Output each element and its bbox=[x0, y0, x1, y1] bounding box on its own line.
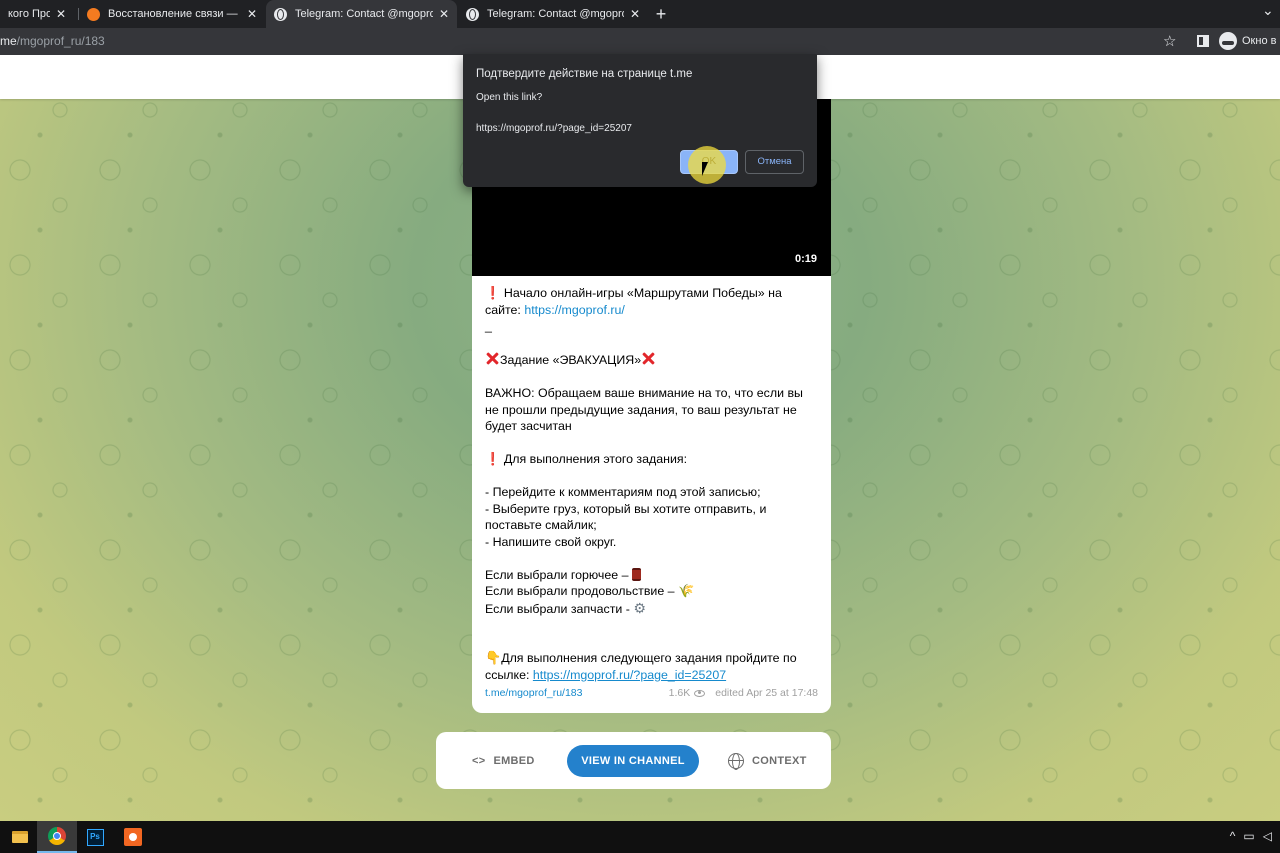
choice-fuel: Если выбрали горючее – bbox=[485, 567, 632, 582]
gear-icon: ⚙ bbox=[633, 599, 646, 616]
close-icon[interactable]: ✕ bbox=[439, 7, 449, 21]
post-actions: <> EMBED VIEW IN CHANNEL CONTEXT bbox=[436, 732, 831, 789]
dialog-question: Open this link? bbox=[476, 92, 543, 103]
step-2: - Выберите груз, который вы хотите отпра… bbox=[485, 501, 767, 533]
url-host: me bbox=[0, 34, 17, 48]
post-text: ❗ Начало онлайн-игры «Маршрутами Победы»… bbox=[485, 285, 818, 683]
embed-label: EMBED bbox=[493, 754, 535, 767]
new-tab-button[interactable]: + bbox=[653, 4, 669, 24]
choice-food: Если выбрали продовольствие – bbox=[485, 584, 679, 598]
chrome-button[interactable] bbox=[37, 821, 77, 853]
confirm-dialog: Подтвердите действие на странице t.me Op… bbox=[463, 54, 817, 187]
tab-4[interactable]: Telegram: Contact @mgoprof_ru ✕ bbox=[458, 0, 648, 28]
pointing-down-icon: 👇 bbox=[485, 650, 502, 665]
photoshop-button[interactable]: Ps bbox=[75, 821, 115, 853]
globe-icon bbox=[466, 7, 479, 21]
context-button[interactable]: CONTEXT bbox=[728, 732, 807, 789]
post-link[interactable]: t.me/mgoprof_ru/183 bbox=[485, 687, 582, 699]
exclamation-icon: ❗ bbox=[485, 286, 501, 300]
close-icon[interactable]: ✕ bbox=[56, 7, 66, 21]
dialog-url: https://mgoprof.ru/?page_id=25207 bbox=[476, 123, 632, 134]
post-card: 0:19 ❗ Начало онлайн-игры «Маршрутами По… bbox=[472, 99, 831, 713]
side-panel-icon[interactable] bbox=[1197, 35, 1209, 47]
taskbar: Ps ^ ▭ ◁ bbox=[0, 821, 1280, 853]
network-icon[interactable]: ▭ bbox=[1243, 829, 1254, 843]
url-field[interactable]: me/mgoprof_ru/183 bbox=[0, 34, 105, 48]
system-tray: ^ ▭ ◁ bbox=[1230, 829, 1272, 843]
eye-icon bbox=[694, 689, 706, 697]
chrome-icon bbox=[48, 827, 66, 845]
close-icon[interactable]: ✕ bbox=[630, 7, 640, 21]
view-in-channel-button[interactable]: VIEW IN CHANNEL bbox=[567, 745, 699, 777]
context-label: CONTEXT bbox=[752, 754, 807, 767]
edited-time: edited Apr 25 at 17:48 bbox=[715, 687, 818, 699]
tab-title: Восстановление связи — МГО С bbox=[108, 8, 241, 20]
cancel-button[interactable]: Отмена bbox=[745, 150, 804, 174]
star-icon[interactable]: ☆ bbox=[1163, 32, 1176, 50]
view-count: 1.6K bbox=[668, 687, 691, 699]
tab-2[interactable]: Восстановление связи — МГО С ✕ bbox=[79, 0, 265, 28]
volume-icon[interactable]: ◁ bbox=[1263, 829, 1272, 843]
choice-parts: Если выбрали запчасти - bbox=[485, 601, 634, 616]
code-icon: <> bbox=[472, 754, 486, 767]
chevron-up-icon[interactable]: ^ bbox=[1230, 829, 1236, 843]
tab-title: Telegram: Contact @mgoprof_ru bbox=[295, 8, 433, 20]
file-explorer-button[interactable] bbox=[0, 821, 40, 853]
exclamation-icon: ❗ bbox=[485, 452, 501, 466]
globe-icon bbox=[274, 7, 287, 21]
tab-3-active[interactable]: Telegram: Contact @mgoprof_ru ✕ bbox=[266, 0, 457, 28]
instructions-title: Для выполнения этого задания: bbox=[503, 452, 688, 466]
important-text: ВАЖНО: Обращаем ваше внимание на то, что… bbox=[485, 386, 803, 433]
profile-label[interactable]: Окно в р bbox=[1242, 35, 1280, 47]
tab-bar: кого Профсо ✕ Восстановление связи — МГО… bbox=[0, 0, 1280, 28]
site-link[interactable]: https://mgoprof.ru/ bbox=[524, 303, 625, 317]
dash-text: _ bbox=[485, 319, 492, 333]
dialog-title: Подтвердите действие на странице t.me bbox=[476, 68, 693, 80]
step-1: - Перейдите к комментариям под этой запи… bbox=[485, 485, 761, 499]
app-button[interactable] bbox=[113, 821, 153, 853]
cross-mark-icon bbox=[641, 351, 656, 366]
app-icon bbox=[124, 828, 142, 846]
tab-title: Telegram: Contact @mgoprof_ru bbox=[487, 8, 624, 20]
oil-barrel-icon bbox=[631, 567, 641, 581]
address-bar: me/mgoprof_ru/183 ☆ Окно в р bbox=[0, 28, 1280, 55]
post-meta: t.me/mgoprof_ru/183 1.6K edited Apr 25 a… bbox=[485, 686, 818, 702]
folder-icon bbox=[12, 831, 28, 843]
cross-mark-icon bbox=[485, 351, 500, 366]
video-duration: 0:19 bbox=[794, 253, 817, 265]
wheat-icon: 🌾 bbox=[678, 583, 695, 598]
chevron-down-icon[interactable]: ⌄ bbox=[1262, 2, 1274, 19]
task-title: Задание «ЭВАКУАЦИЯ» bbox=[500, 353, 642, 367]
tab-title: кого Профсо bbox=[8, 8, 50, 20]
next-task-link[interactable]: https://mgoprof.ru/?page_id=25207 bbox=[533, 668, 726, 682]
incognito-icon[interactable] bbox=[1219, 32, 1237, 50]
close-icon[interactable]: ✕ bbox=[247, 7, 257, 21]
globe-icon bbox=[728, 752, 744, 770]
tab-1[interactable]: кого Профсо ✕ bbox=[0, 0, 74, 28]
view-label: VIEW IN CHANNEL bbox=[581, 755, 685, 767]
photoshop-icon: Ps bbox=[86, 828, 104, 846]
orange-circle-icon bbox=[87, 7, 100, 21]
mouse-cursor-icon bbox=[702, 162, 714, 176]
embed-button[interactable]: <> EMBED bbox=[472, 732, 535, 789]
step-3: - Напишите свой округ. bbox=[485, 534, 617, 549]
url-path: /mgoprof_ru/183 bbox=[16, 34, 105, 48]
